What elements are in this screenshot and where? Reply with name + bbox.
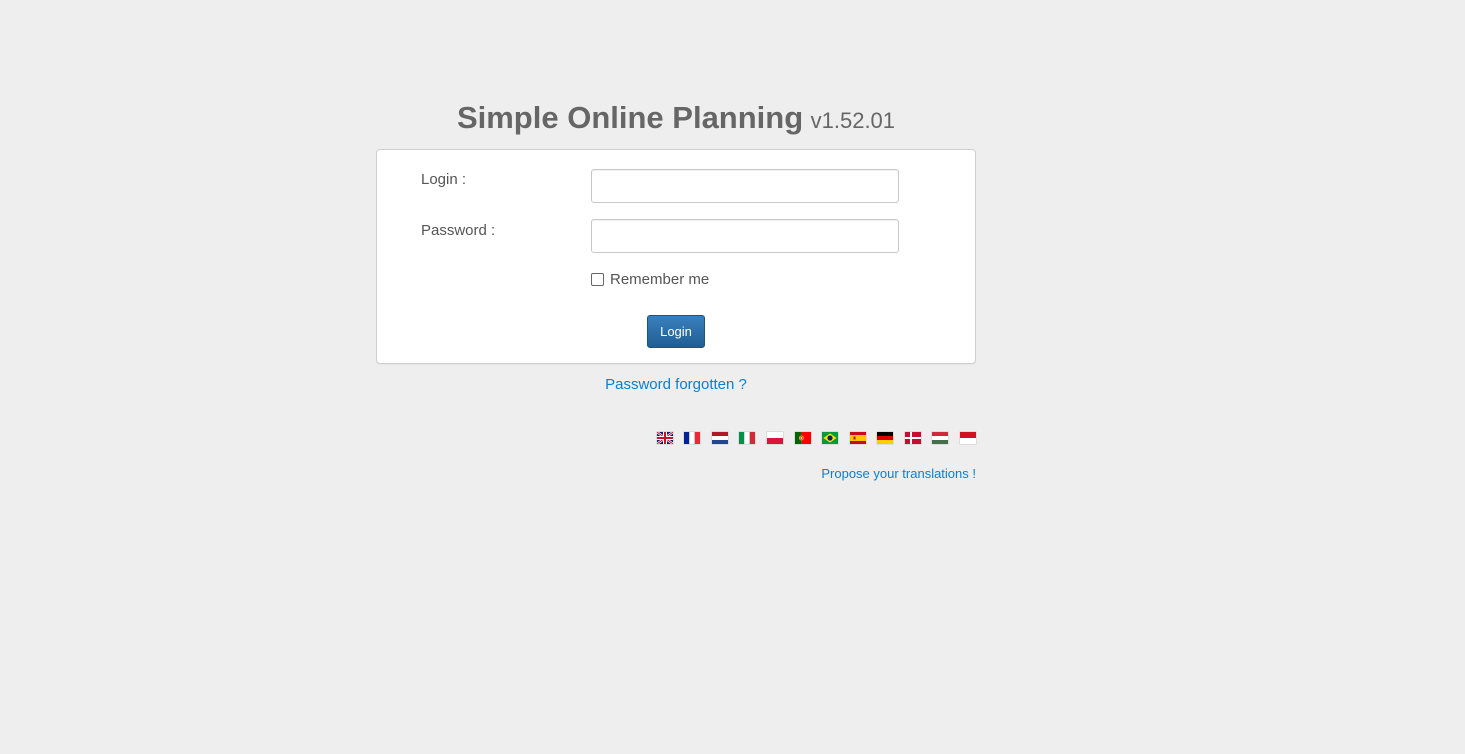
login-panel: Login : Password : Remember me Login <box>376 149 976 364</box>
remember-me-label: Remember me <box>610 271 710 288</box>
denmark-flag-icon[interactable] <box>905 432 921 444</box>
indonesia-flag-icon[interactable] <box>960 432 976 444</box>
remember-me-checkbox[interactable] <box>591 273 604 286</box>
password-input[interactable] <box>591 219 899 253</box>
remember-me[interactable]: Remember me <box>591 271 709 288</box>
germany-flag-icon[interactable] <box>877 432 893 444</box>
france-flag-icon[interactable] <box>684 432 700 444</box>
brazil-flag-icon[interactable] <box>822 432 838 444</box>
login-button[interactable]: Login <box>647 315 705 348</box>
app-version: v1.52.01 <box>810 108 896 133</box>
page-title: Simple Online Planning v1.52.01 <box>0 100 1352 136</box>
netherlands-flag-icon[interactable] <box>712 432 728 444</box>
propose-translations-link[interactable]: Propose your translations ! <box>821 466 976 481</box>
hungary-flag-icon[interactable] <box>932 432 948 444</box>
password-forgotten-link[interactable]: Password forgotten ? <box>0 376 1352 393</box>
password-label: Password : <box>421 222 496 239</box>
portugal-flag-icon[interactable] <box>795 432 811 444</box>
poland-flag-icon[interactable] <box>767 432 783 444</box>
spain-flag-icon[interactable] <box>850 432 866 444</box>
uk-flag-icon[interactable] <box>657 432 673 444</box>
login-label: Login : <box>421 171 467 188</box>
italy-flag-icon[interactable] <box>739 432 755 444</box>
login-input[interactable] <box>591 169 899 203</box>
app-title: Simple Online Planning <box>456 100 804 135</box>
